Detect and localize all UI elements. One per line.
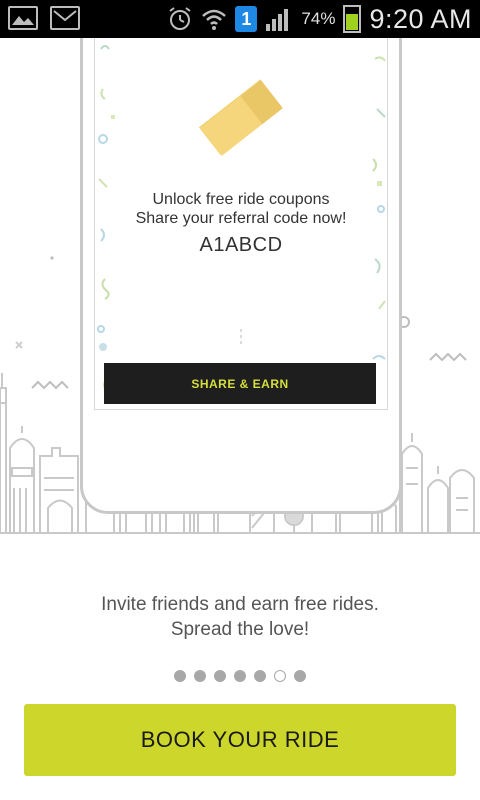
page-dot[interactable]	[294, 670, 306, 682]
page-dot[interactable]	[214, 670, 226, 682]
signal-icon	[266, 9, 289, 31]
page-dot[interactable]	[174, 670, 186, 682]
tagline-line-1: Invite friends and earn free rides.	[101, 594, 379, 615]
book-your-ride-button[interactable]: BOOK YOUR RIDE	[24, 704, 456, 776]
page-dot[interactable]	[194, 670, 206, 682]
notification-badge: 1	[235, 6, 258, 32]
wifi-icon	[202, 9, 227, 30]
tagline: Invite friends and earn free rides. Spre…	[0, 592, 480, 642]
battery-percent: 74%	[301, 9, 336, 28]
gallery-icon	[8, 6, 38, 30]
share-prompt: Share your referral code now!	[135, 210, 347, 227]
page-dot[interactable]	[234, 670, 246, 682]
page-indicator	[0, 670, 480, 682]
page-dot[interactable]	[274, 670, 286, 682]
referral-code: A1ABCD	[199, 234, 283, 256]
ground-line	[0, 532, 480, 534]
alarm-icon	[169, 7, 192, 30]
coupon-headline: Unlock free ride coupons	[152, 191, 330, 208]
clock: 9:20 AM	[369, 3, 472, 34]
notification-icons	[8, 6, 80, 30]
coupon-ticket-icon	[198, 79, 283, 156]
tagline-line-2: Spread the love!	[170, 619, 310, 640]
referral-card-text: Unlock free ride coupons Share your refe…	[94, 190, 388, 258]
referral-illustration: Unlock free ride coupons Share your refe…	[0, 38, 480, 550]
battery-icon	[343, 5, 362, 33]
page-dot[interactable]	[254, 670, 266, 682]
share-and-earn-button[interactable]: SHARE & EARN	[104, 363, 376, 404]
status-bar: 1 74% 9:20 AM	[0, 0, 480, 38]
message-icon	[50, 6, 80, 30]
